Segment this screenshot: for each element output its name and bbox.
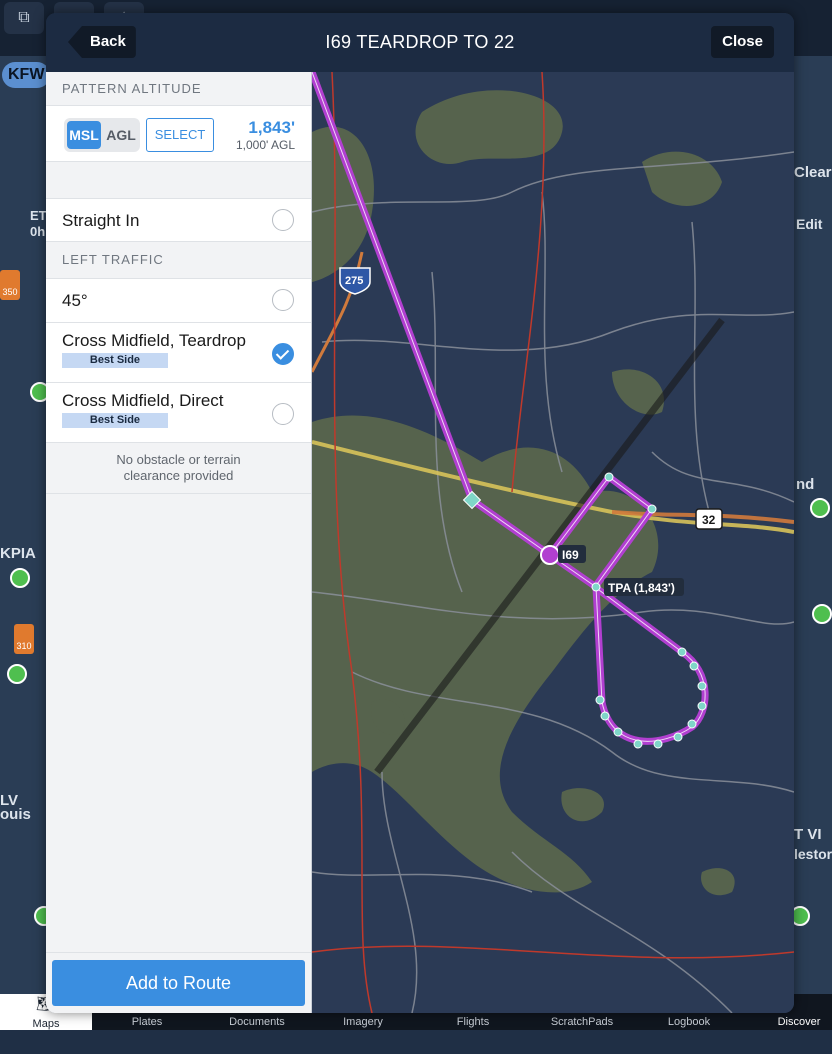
option-45-degree[interactable]: 45° — [46, 279, 311, 323]
msl-toggle-button[interactable]: MSL — [67, 121, 101, 149]
tab-scratchpads[interactable]: ScratchPads — [530, 1016, 634, 1030]
tpa-label: TPA (1,843') — [608, 581, 675, 595]
modal-header: Back I69 TEARDROP TO 22 Close — [46, 13, 794, 72]
option-cross-midfield-teardrop[interactable]: Cross Midfield, Teardrop Best Side — [46, 323, 311, 383]
airport-label: I69 — [562, 548, 579, 562]
clear-button[interactable]: Clear — [794, 164, 832, 181]
straight-in-radio[interactable] — [272, 209, 294, 231]
altitude-reference-toggle: MSL AGL — [64, 118, 140, 152]
tab-discover[interactable]: Discover — [766, 1016, 832, 1030]
pattern-map[interactable]: I69 TPA (1,843') 275 32 — [312, 72, 794, 1013]
background-label: 0h — [30, 224, 46, 239]
route-shield-label: 32 — [702, 513, 716, 527]
airport-marker-icon[interactable] — [10, 568, 30, 588]
altitude-warning-icon: 310 — [14, 624, 34, 654]
close-button[interactable]: Close — [711, 26, 774, 58]
clearance-note-line: No obstacle or terrain — [116, 452, 241, 467]
interstate-shield-label: 275 — [345, 275, 363, 287]
pattern-altitude-header: PATTERN ALTITUDE — [46, 72, 311, 106]
airport-i69-icon[interactable] — [540, 545, 560, 565]
add-to-route-button[interactable]: Add to Route — [52, 960, 305, 1006]
background-label: ouis — [0, 806, 31, 823]
best-side-badge: Best Side — [62, 413, 168, 428]
clearance-note-line: clearance provided — [123, 468, 234, 483]
pattern-altitude-agl: 1,000' AGL — [235, 138, 295, 152]
airport-marker-icon[interactable] — [7, 664, 27, 684]
option-label: Straight In — [62, 211, 140, 230]
option-radio-checked[interactable] — [272, 343, 294, 365]
option-straight-in[interactable]: Straight In — [46, 199, 311, 242]
layers-icon[interactable]: ⧉ — [4, 2, 44, 34]
airport-marker-icon[interactable] — [810, 498, 830, 518]
background-label: T VI — [794, 826, 822, 843]
section-spacer — [46, 162, 311, 199]
tab-documents[interactable]: Documents — [212, 1016, 302, 1030]
agl-toggle-button[interactable]: AGL — [104, 121, 138, 149]
clearance-note: No obstacle or terrain clearance provide… — [46, 443, 311, 494]
back-button[interactable]: Back — [68, 26, 136, 58]
pattern-altitude-row: MSL AGL SELECT 1,843' 1,000' AGL — [46, 106, 311, 162]
background-label: ET — [30, 208, 47, 223]
airport-pill[interactable]: KFW — [2, 62, 51, 88]
option-label: Cross Midfield, Teardrop — [62, 331, 246, 350]
option-radio[interactable] — [272, 289, 294, 311]
left-traffic-header: LEFT TRAFFIC — [46, 242, 311, 279]
airport-marker-icon[interactable] — [812, 604, 832, 624]
option-label: Cross Midfield, Direct — [62, 391, 224, 410]
select-altitude-button[interactable]: SELECT — [146, 118, 214, 152]
option-label: 45° — [62, 291, 88, 310]
pattern-modal: Back I69 TEARDROP TO 22 Close PATTERN AL… — [46, 13, 794, 1013]
pattern-options-panel: PATTERN ALTITUDE MSL AGL SELECT 1,843' 1… — [46, 72, 312, 1013]
add-to-route-bar: Add to Route — [46, 952, 311, 1013]
tab-flights[interactable]: Flights — [430, 1016, 516, 1030]
best-side-badge: Best Side — [62, 353, 168, 368]
background-label: KPIA — [0, 545, 36, 562]
map-canvas: I69 TPA (1,843') 275 32 — [312, 72, 794, 1013]
background-label: nd — [796, 476, 815, 493]
altitude-warning-icon: 350 — [0, 270, 20, 300]
tab-imagery[interactable]: Imagery — [320, 1016, 406, 1030]
background-label: lestor — [794, 846, 832, 862]
pattern-altitude-value: 1,843' — [248, 118, 295, 137]
option-cross-midfield-direct[interactable]: Cross Midfield, Direct Best Side — [46, 383, 311, 443]
option-radio[interactable] — [272, 403, 294, 425]
tab-logbook[interactable]: Logbook — [646, 1016, 732, 1030]
modal-title: I69 TEARDROP TO 22 — [325, 32, 515, 52]
tab-plates[interactable]: Plates — [104, 1016, 190, 1030]
edit-button[interactable]: Edit — [796, 216, 822, 232]
